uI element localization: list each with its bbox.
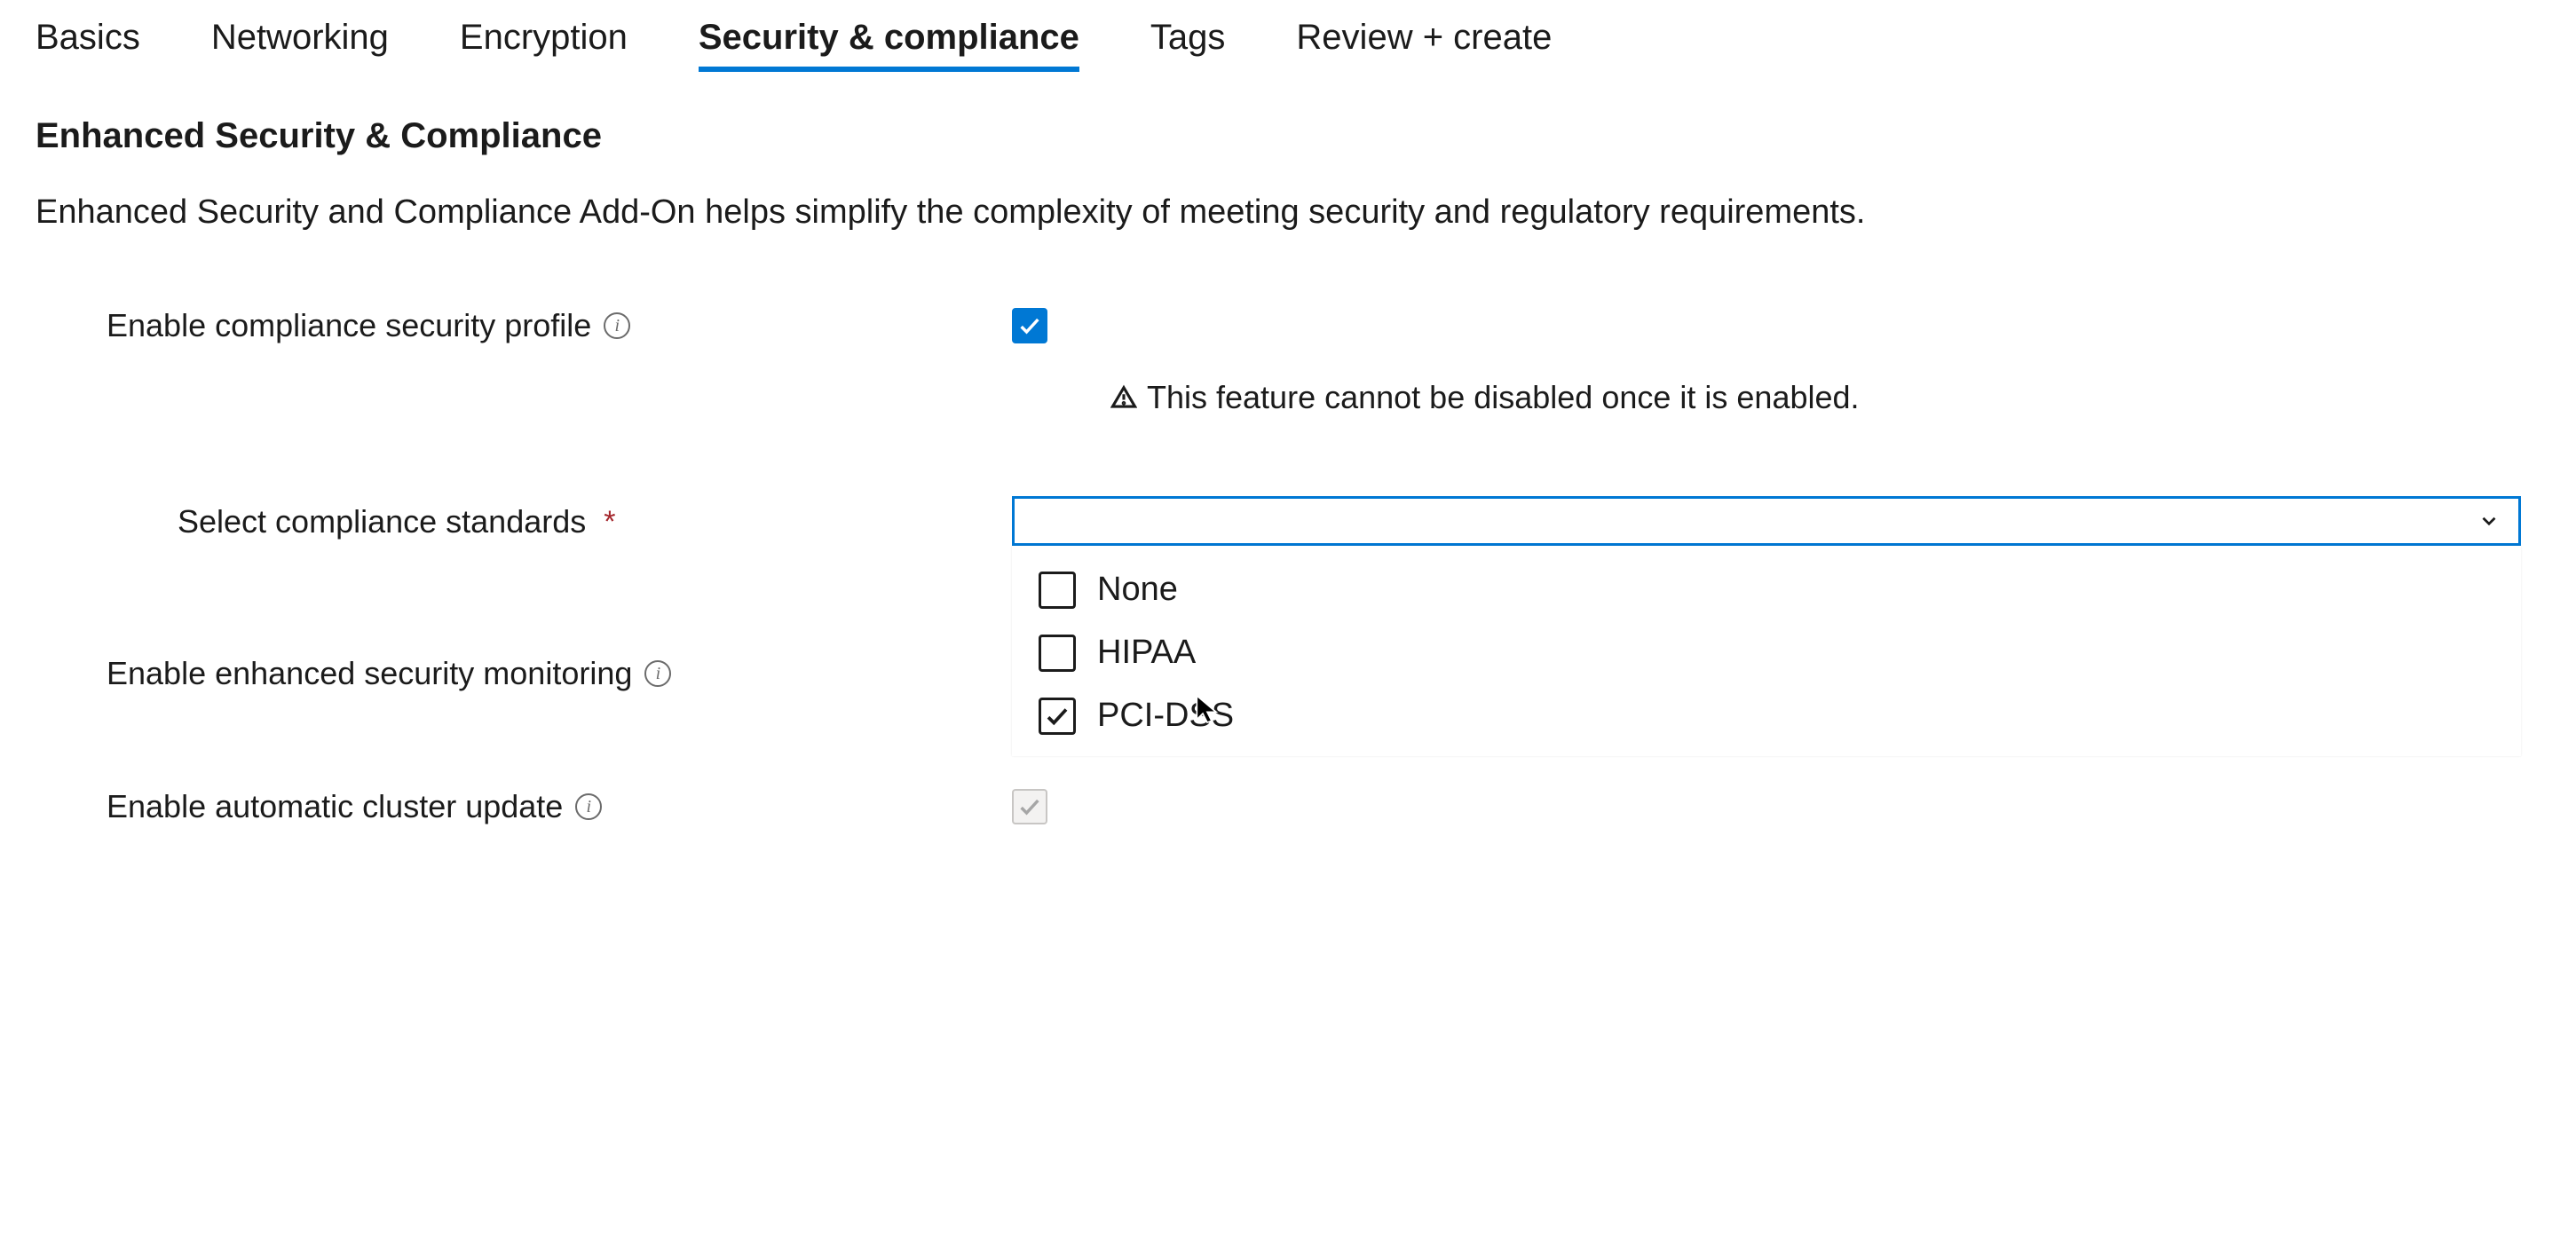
option-pci-dss[interactable]: PCI-DSS xyxy=(1012,684,2521,747)
compliance-standards-select[interactable] xyxy=(1012,496,2521,546)
info-icon[interactable] xyxy=(604,312,630,339)
tab-networking[interactable]: Networking xyxy=(211,18,389,72)
required-indicator: * xyxy=(604,505,615,540)
tab-label: Review + create xyxy=(1296,18,1552,57)
option-hipaa[interactable]: HIPAA xyxy=(1012,621,2521,684)
tab-review-create[interactable]: Review + create xyxy=(1296,18,1552,72)
compliance-standards-label: Select compliance standards xyxy=(178,503,586,540)
chevron-down-icon xyxy=(2477,509,2501,532)
warning-icon xyxy=(1110,383,1138,412)
enhanced-monitoring-label: Enable enhanced security monitoring xyxy=(107,655,632,692)
warning-text: This feature cannot be disabled once it … xyxy=(1147,379,1860,416)
option-checkbox xyxy=(1039,635,1076,672)
section-title: Enhanced Security & Compliance xyxy=(36,116,2540,156)
auto-update-label: Enable automatic cluster update xyxy=(107,788,563,825)
tab-bar: Basics Networking Encryption Security & … xyxy=(36,18,2540,72)
tab-security-compliance[interactable]: Security & compliance xyxy=(699,18,1079,72)
auto-update-checkbox xyxy=(1012,789,1047,824)
tab-label: Networking xyxy=(211,18,389,57)
option-label: None xyxy=(1097,571,1178,609)
info-icon[interactable] xyxy=(575,793,602,820)
compliance-standards-dropdown: None HIPAA PCI-DSS xyxy=(1012,546,2521,756)
tab-encryption[interactable]: Encryption xyxy=(460,18,628,72)
option-checkbox xyxy=(1039,572,1076,609)
option-none[interactable]: None xyxy=(1012,558,2521,621)
tab-label: Tags xyxy=(1150,18,1226,57)
profile-warning: This feature cannot be disabled once it … xyxy=(1110,379,2540,416)
info-icon[interactable] xyxy=(644,660,671,687)
tab-tags[interactable]: Tags xyxy=(1150,18,1226,72)
option-label: PCI-DSS xyxy=(1097,697,1234,735)
tab-label: Basics xyxy=(36,18,140,57)
tab-label: Security & compliance xyxy=(699,18,1079,57)
option-label: HIPAA xyxy=(1097,634,1196,672)
enable-profile-label: Enable compliance security profile xyxy=(107,307,591,344)
tab-label: Encryption xyxy=(460,18,628,57)
tab-basics[interactable]: Basics xyxy=(36,18,140,72)
enable-profile-checkbox[interactable] xyxy=(1012,308,1047,343)
option-checkbox xyxy=(1039,698,1076,735)
section-description: Enhanced Security and Compliance Add-On … xyxy=(36,188,2432,237)
